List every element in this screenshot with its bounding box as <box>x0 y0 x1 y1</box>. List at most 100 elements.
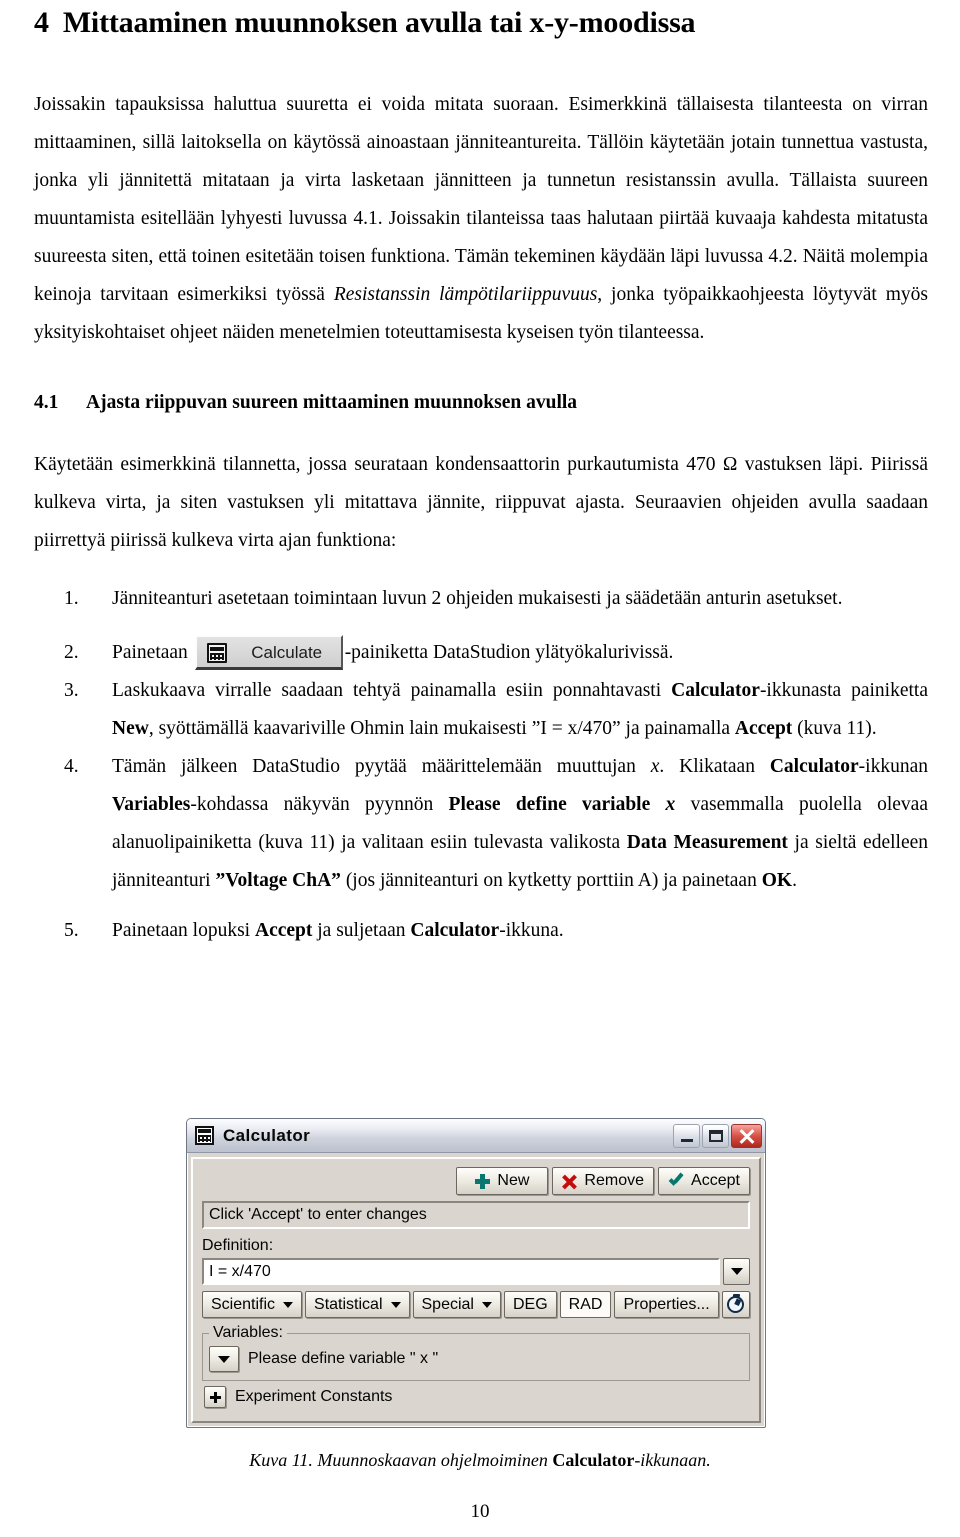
calculator-title: Calculator <box>223 1125 311 1145</box>
properties-button[interactable]: Properties... <box>614 1291 719 1318</box>
caption-bold: Calculator <box>552 1450 635 1470</box>
steps-list: 1. Jänniteanturi asetetaan toimintaan luv… <box>34 580 928 950</box>
section-heading-number: 4.1 <box>34 391 59 413</box>
calculator-action-row: New Remove Accept <box>202 1167 750 1195</box>
work-title-italic: Resistanssin lämpötilariippuvuus <box>333 283 598 305</box>
accept-button-label: Accept <box>691 1172 740 1189</box>
deg-label: DEG <box>512 1295 548 1313</box>
step4-b5: ”Voltage ChA” <box>215 869 341 891</box>
variables-legend: Variables: <box>213 1324 283 1341</box>
stopwatch-icon <box>727 1294 745 1313</box>
section-heading-text: Ajasta riippuvan suureen mittaaminen muu… <box>86 391 578 413</box>
variables-group: Variables: Please define variable " x " <box>202 1324 750 1381</box>
experiment-constants-row[interactable]: Experiment Constants <box>202 1386 750 1408</box>
window-controls <box>673 1123 762 1148</box>
step-text-after: -painiketta DataStudion ylätyökaluriviss… <box>344 641 674 663</box>
step-marker: 3. <box>64 679 79 701</box>
step4-b1: Calculator <box>769 755 859 777</box>
step4-t2: . Klikataan <box>659 755 770 777</box>
figure-caption: Kuva 11. Muunnoskaavan ohjelmoiminen Cal… <box>0 1450 960 1471</box>
close-icon[interactable] <box>731 1123 762 1148</box>
step-text: Jänniteanturi asetetaan toimintaan luvun… <box>112 587 843 609</box>
chevron-down-icon <box>218 1355 230 1363</box>
calculate-toolbar-button[interactable]: Calculate <box>194 634 343 670</box>
list-item: 3. Laskukaava virralle saadaan tehtyä pai… <box>34 672 928 748</box>
step4-b2: Variables <box>112 793 191 815</box>
step3-t4: (kuva 11). <box>792 717 877 739</box>
function-button-row: Scientific Statistical Special DEG RAD P… <box>202 1291 750 1318</box>
scientific-label: Scientific <box>211 1295 276 1313</box>
page-title-text: Mittaaminen muunnoksen avulla tai x-y-mo… <box>62 6 696 39</box>
document-page: 4 Mittaaminen muunnoksen avulla tai x-y-m… <box>0 6 960 1537</box>
definition-value: I = x/470 <box>209 1262 271 1280</box>
list-item: 5. Painetaan lopuksi Accept ja suljetaan … <box>34 912 928 950</box>
calculate-button-label: Calculate <box>251 642 323 662</box>
calculator-titlebar[interactable]: Calculator <box>187 1119 765 1153</box>
caption-part2: -ikkunaan. <box>634 1450 711 1470</box>
checkmark-icon <box>668 1174 684 1189</box>
step4-t8: . <box>792 869 797 891</box>
properties-label: Properties... <box>623 1295 710 1313</box>
chevron-down-icon <box>730 1268 743 1275</box>
variable-prompt-text: Please define variable " x " <box>248 1350 439 1367</box>
step4-b6: OK <box>761 869 793 891</box>
minimize-icon[interactable] <box>673 1123 700 1148</box>
definition-label: Definition: <box>202 1237 274 1254</box>
plus-icon <box>475 1173 491 1189</box>
chevron-down-icon <box>481 1301 492 1308</box>
special-menu-button[interactable]: Special <box>412 1291 501 1318</box>
step3-t3: , syöttämällä kaavariville Ohmin lain mu… <box>148 717 735 739</box>
statistical-menu-button[interactable]: Statistical <box>305 1291 410 1318</box>
new-button-label: New <box>497 1172 530 1189</box>
remove-button[interactable]: Remove <box>552 1167 654 1195</box>
step4-i2: x <box>665 793 676 815</box>
step3-b1: Calculator <box>671 679 760 701</box>
calculator-icon <box>195 1126 214 1145</box>
definition-combo: I = x/470 <box>202 1258 750 1285</box>
section-paragraph: Käytetään esimerkkinä tilannetta, jossa … <box>34 453 928 551</box>
step4-t1: Tämän jälkeen DataStudio pyytää määritte… <box>112 755 651 777</box>
maximize-icon[interactable] <box>702 1123 729 1148</box>
chevron-down-icon <box>283 1301 294 1308</box>
accept-button[interactable]: Accept <box>658 1167 750 1195</box>
experiment-constants-label: Experiment Constants <box>235 1388 393 1405</box>
variable-dropdown-button[interactable] <box>209 1346 239 1372</box>
definition-input[interactable]: I = x/470 <box>202 1258 720 1285</box>
list-item: 4. Tämän jälkeen DataStudio pyytää määrit… <box>34 748 928 900</box>
section-heading: 4.1 Ajasta riippuvan suureen mittaaminen … <box>34 388 928 418</box>
step-marker: 4. <box>64 755 79 777</box>
step3-b3: Accept <box>734 717 793 739</box>
calculator-window-figure: Calculator New Remove Accept Click 'Acce… <box>186 1118 766 1428</box>
list-item: 2. Painetaan Calculate -painiketta DataSt… <box>34 634 928 672</box>
step4-b3: Please define variable <box>448 793 666 815</box>
special-label: Special <box>421 1295 474 1313</box>
expand-plus-icon[interactable] <box>204 1386 226 1408</box>
deg-toggle-button[interactable]: DEG <box>503 1291 557 1318</box>
page-title: 4 Mittaaminen muunnoksen avulla tai x-y-m… <box>34 6 928 41</box>
stopwatch-button[interactable] <box>721 1291 750 1318</box>
step4-b4: Data Measurement <box>626 831 788 853</box>
step-text-before: Painetaan <box>112 641 188 663</box>
step-marker: 1. <box>64 587 79 609</box>
x-mark-icon <box>562 1174 577 1189</box>
step4-t4: -kohdassa näkyvän pyynnön <box>190 793 449 815</box>
intro-text-part1: Joissakin tapauksissa haluttua suuretta … <box>34 93 928 305</box>
scientific-menu-button[interactable]: Scientific <box>202 1291 303 1318</box>
step3-t2: -ikkunasta painiketta <box>759 679 929 701</box>
step3-b2: New <box>112 717 149 739</box>
step5-t1: Painetaan lopuksi <box>112 919 255 941</box>
status-bar: Click 'Accept' to enter changes <box>202 1201 750 1229</box>
chevron-down-icon <box>390 1301 401 1308</box>
page-title-number: 4 <box>34 6 49 39</box>
calculator-window: Calculator New Remove Accept Click 'Acce… <box>186 1118 766 1428</box>
step5-t3: -ikkuna. <box>499 919 564 941</box>
step-marker: 5. <box>64 919 79 941</box>
rad-toggle-button[interactable]: RAD <box>559 1291 612 1318</box>
new-button[interactable]: New <box>456 1167 549 1195</box>
definition-dropdown-button[interactable] <box>723 1258 750 1285</box>
step5-b2: Calculator <box>410 919 500 941</box>
status-text: Click 'Accept' to enter changes <box>209 1206 427 1223</box>
calculator-body: New Remove Accept Click 'Accept' to ente… <box>191 1157 761 1423</box>
step-marker: 2. <box>64 641 79 663</box>
step4-t3: -ikkunan <box>858 755 928 777</box>
